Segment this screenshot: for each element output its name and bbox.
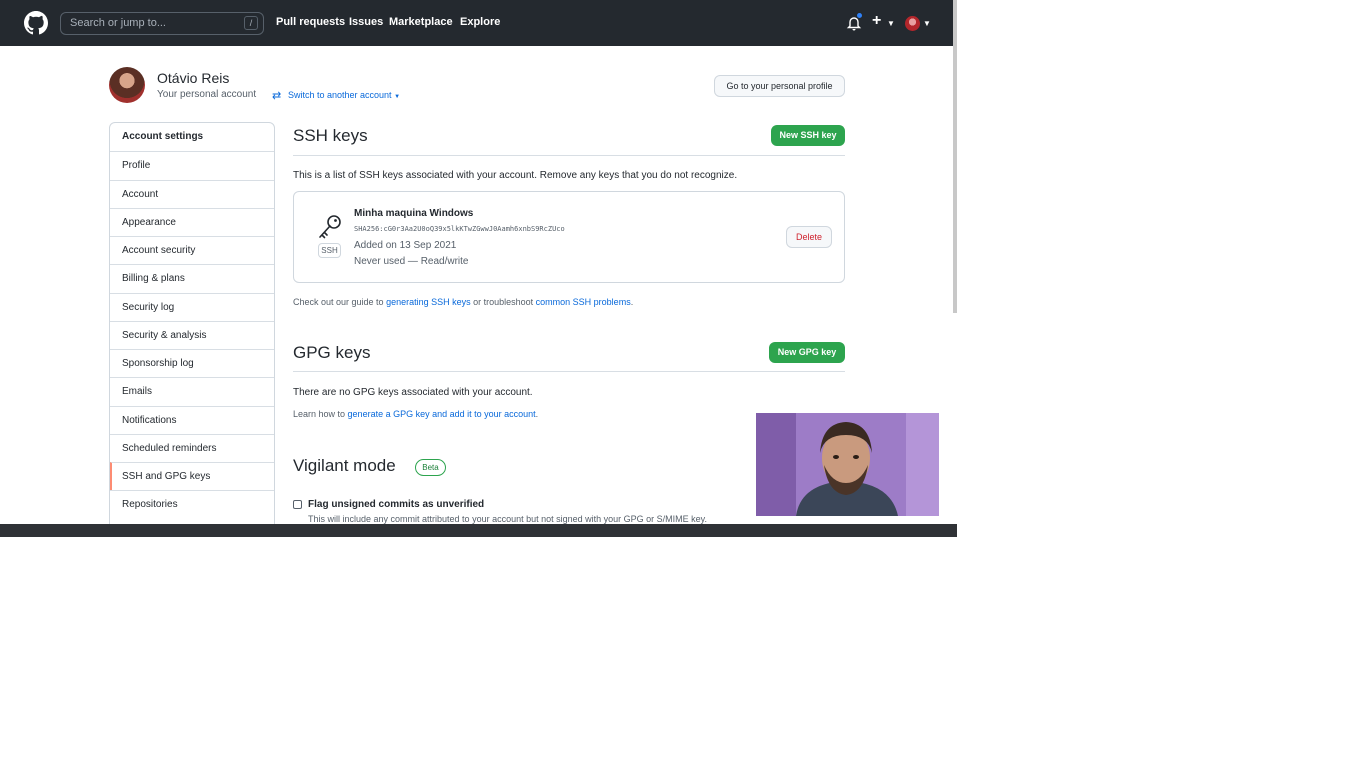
sidebar-item-sponsorship-log[interactable]: Sponsorship log <box>110 349 274 377</box>
ssh-guide-middle: or troubleshoot <box>470 297 536 307</box>
nav-marketplace[interactable]: Marketplace <box>389 16 453 28</box>
gpg-learn-prefix: Learn how to <box>293 409 348 419</box>
sidebar-item-emails[interactable]: Emails <box>110 377 274 405</box>
sidebar-item-scheduled-reminders[interactable]: Scheduled reminders <box>110 434 274 462</box>
vigilant-mode-heading: Vigilant mode <box>293 456 396 475</box>
webcam-overlay <box>756 413 939 516</box>
avatar[interactable] <box>905 16 920 31</box>
switch-account-link[interactable]: Switch to another account ▼ <box>288 90 400 100</box>
flag-unsigned-commits-label[interactable]: Flag unsigned commits as unverified <box>308 499 484 510</box>
ssh-key-title: Minha maquina Windows <box>354 208 474 219</box>
gpg-learn-suffix: . <box>535 409 539 419</box>
key-icon <box>319 215 341 239</box>
arrow-switch-icon: ⇄ <box>272 90 282 102</box>
ssh-guide-suffix: . <box>630 297 634 307</box>
sidebar-heading-account-settings: Account settings <box>122 131 204 142</box>
chevron-down-icon: ▼ <box>923 19 931 28</box>
ssh-key-added-date: Added on 13 Sep 2021 <box>354 240 457 251</box>
ssh-badge: SSH <box>318 243 341 258</box>
flag-unsigned-commits-checkbox[interactable] <box>293 500 302 509</box>
sidebar-item-account-security[interactable]: Account security <box>110 236 274 264</box>
ssh-key-usage: Never used — Read/write <box>354 256 469 267</box>
sidebar-item-ssh-gpg-keys[interactable]: SSH and GPG keys <box>110 462 274 490</box>
sidebar-item-repositories[interactable]: Repositories <box>110 490 274 518</box>
search-placeholder: Search or jump to... <box>70 17 166 29</box>
ssh-description: This is a list of SSH keys associated wi… <box>293 170 738 181</box>
chevron-down-icon: ▼ <box>887 19 895 28</box>
nav-explore[interactable]: Explore <box>460 16 500 28</box>
taskbar-strip <box>0 524 957 537</box>
gpg-keys-heading: GPG keys <box>293 343 371 362</box>
beta-badge: Beta <box>415 459 446 476</box>
generate-gpg-key-link[interactable]: generate a GPG key and add it to your ac… <box>348 409 536 419</box>
account-avatar <box>109 67 145 103</box>
chevron-down-icon: ▼ <box>394 94 401 100</box>
sidebar-item-billing[interactable]: Billing & plans <box>110 264 274 292</box>
account-subtitle: Your personal account <box>157 89 257 100</box>
sidebar-item-security-log[interactable]: Security log <box>110 293 274 321</box>
browser-viewport: Search or jump to... / Pull requests Iss… <box>0 0 957 537</box>
scrollbar-thumb[interactable] <box>953 0 957 313</box>
go-to-profile-button[interactable]: Go to your personal profile <box>714 75 845 97</box>
settings-sidebar: Account settings Profile Account Appeara… <box>109 122 275 532</box>
nav-pull-requests[interactable]: Pull requests <box>276 16 345 28</box>
sidebar-item-notifications[interactable]: Notifications <box>110 406 274 434</box>
ssh-key-fingerprint: SHA256:cG0r3Aa2U0oQ39x5lkKTwZGwwJ0Aamh6x… <box>354 225 565 233</box>
sidebar-item-account[interactable]: Account <box>110 180 274 208</box>
new-ssh-key-button[interactable]: New SSH key <box>771 125 845 146</box>
search-input[interactable]: Search or jump to... / <box>60 12 264 35</box>
ssh-guide-prefix: Check out our guide to <box>293 297 387 307</box>
presenter-video-image <box>756 413 939 516</box>
account-name: Otávio Reis <box>157 70 230 86</box>
ssh-keys-heading: SSH keys <box>293 126 368 145</box>
ssh-guide-text: Check out our guide to generating SSH ke… <box>293 297 633 307</box>
divider <box>293 155 845 156</box>
ssh-key-item: SSH Minha maquina Windows SHA256:cG0r3Aa… <box>293 191 845 283</box>
sidebar-item-security-analysis[interactable]: Security & analysis <box>110 321 274 349</box>
top-navigation: Search or jump to... / Pull requests Iss… <box>0 0 953 46</box>
new-gpg-key-button[interactable]: New GPG key <box>769 342 845 363</box>
divider <box>293 371 845 372</box>
switch-account-label: Switch to another account <box>288 90 392 100</box>
github-logo-icon[interactable] <box>24 11 48 35</box>
notification-dot <box>856 12 863 19</box>
plus-icon[interactable]: + <box>872 12 881 30</box>
flag-unsigned-commits-help: This will include any commit attributed … <box>308 514 708 524</box>
delete-ssh-key-button[interactable]: Delete <box>786 226 832 248</box>
nav-issues[interactable]: Issues <box>349 16 383 28</box>
sidebar-item-profile[interactable]: Profile <box>110 151 274 179</box>
common-ssh-problems-link[interactable]: common SSH problems <box>536 297 631 307</box>
gpg-empty-message: There are no GPG keys associated with yo… <box>293 387 533 398</box>
search-shortcut-key: / <box>244 16 258 30</box>
generating-ssh-keys-link[interactable]: generating SSH keys <box>386 297 471 307</box>
sidebar-item-appearance[interactable]: Appearance <box>110 208 274 236</box>
gpg-learn-text: Learn how to generate a GPG key and add … <box>293 409 538 419</box>
